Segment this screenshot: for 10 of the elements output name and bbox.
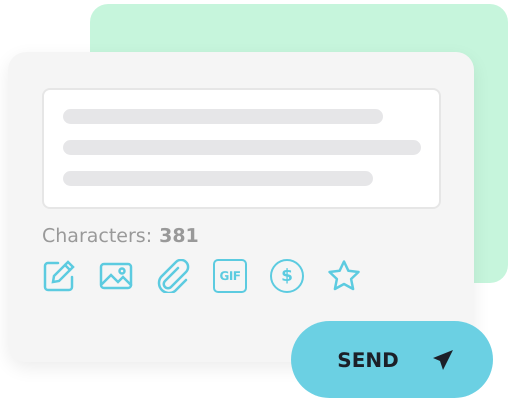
- edit-icon[interactable]: [42, 259, 76, 293]
- gif-icon[interactable]: GIF: [213, 259, 247, 293]
- character-count: 381: [159, 225, 199, 247]
- character-count-label: Characters:: [42, 225, 152, 247]
- send-button[interactable]: SEND: [291, 321, 493, 398]
- message-field[interactable]: [42, 88, 441, 209]
- dollar-icon[interactable]: $: [270, 259, 304, 293]
- star-icon[interactable]: [327, 259, 361, 293]
- paperclip-icon[interactable]: [156, 259, 190, 293]
- paper-plane-icon: [430, 348, 455, 372]
